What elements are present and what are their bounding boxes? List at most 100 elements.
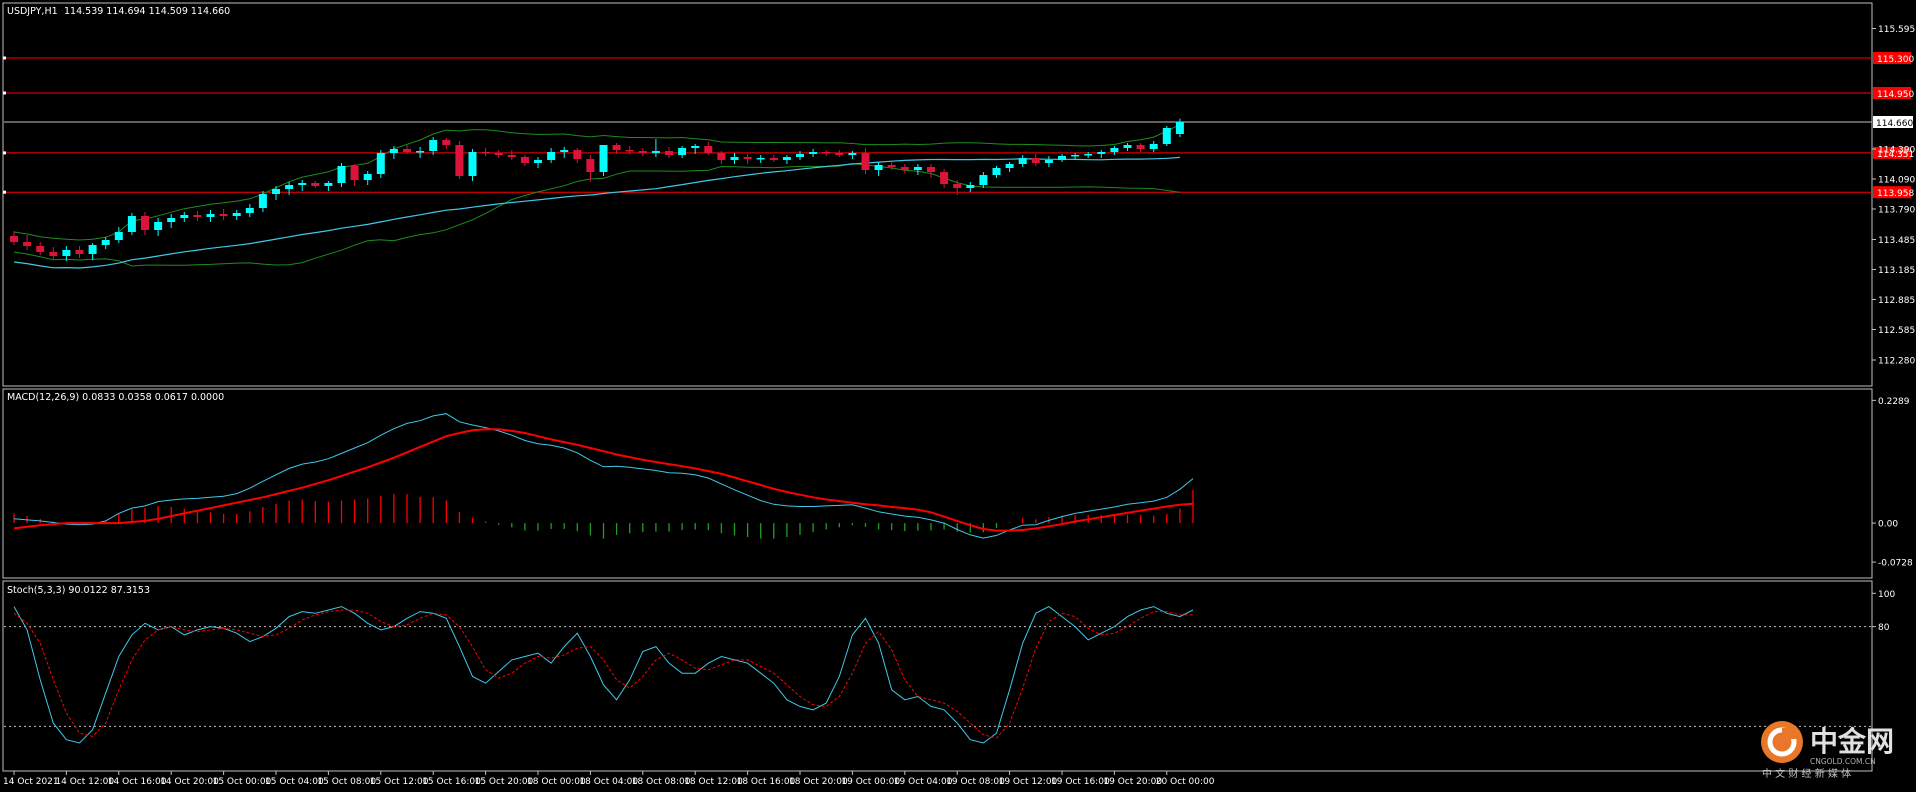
price-axis-label: 115.595 [1878,25,1915,35]
candle-bull [429,140,438,151]
candle-bull [796,154,804,157]
macd-axis-label: -0.0728 [1878,559,1913,569]
time-axis-label: 14 Oct 12:00 [55,777,114,787]
time-axis-label: 15 Oct 16:00 [422,777,481,787]
time-axis-label: 15 Oct 20:00 [475,777,534,787]
candle-bull [1005,164,1014,168]
candle-bull [1071,155,1080,157]
candle-bull [127,216,136,232]
candle-bear [743,157,752,159]
candle-bull [88,245,97,254]
candle-bear [861,153,870,170]
time-axis-label: 19 Oct 16:00 [1051,777,1110,787]
candle-bull [272,189,280,194]
candle-bull [376,153,385,174]
candle-bear [350,166,359,180]
candle-bear [704,146,713,153]
candle-bear [455,145,464,176]
ohlc-label: 114.539 114.694 114.509 114.660 [64,6,230,17]
candle-bull [534,160,542,163]
time-axis-label: 14 Oct 2021 [3,777,59,787]
candle-bear [494,153,503,155]
price-axis-label: 114.090 [1878,176,1915,186]
candle-bull [730,157,739,160]
candle-bull [154,222,163,230]
background [0,0,1916,792]
candle-bear [612,145,621,150]
time-axis-label: 18 Oct 04:00 [579,777,638,787]
candle-bull [848,153,857,155]
candle-bull [809,152,818,154]
candle-bull [1058,156,1066,160]
candle-bear [573,150,582,159]
candle-bull [1097,152,1106,154]
candle-bear [1031,158,1040,163]
time-axis-label: 15 Oct 08:00 [317,777,376,787]
time-axis-label: 15 Oct 00:00 [213,777,272,787]
candle-bull [651,151,660,153]
candle-bull [560,150,569,152]
chart-root: 115.300114.950114.351113.958114.660115.5… [0,0,1916,792]
candle-bear [75,250,84,254]
candle-bear [1136,145,1145,149]
candle-bull [245,208,254,213]
time-axis-label: 18 Oct 16:00 [737,777,796,787]
candle-bull [1110,148,1119,152]
price-axis-label: 114.390 [1878,146,1915,156]
candle-bear [665,151,673,155]
candle-bear [520,157,529,163]
price-axis-label: 112.885 [1878,296,1915,306]
cngold-logo-cut [1782,728,1796,739]
level-price-label: 115.300 [1877,55,1914,65]
candle-bull [691,146,700,148]
level-price-label: 114.950 [1877,90,1914,100]
candle-bear [193,215,202,217]
price-axis-label: 113.485 [1878,236,1915,246]
candle-bull [62,250,71,256]
level-marker [3,151,6,155]
price-axis-label: 113.790 [1878,206,1915,216]
candle-bull [756,158,765,160]
macd-label: MACD(12,26,9) 0.0833 0.0358 0.0617 0.000… [7,392,224,403]
candle-bull [1044,160,1053,163]
candle-bull [1084,154,1093,156]
candle-bear [403,149,411,152]
candle-bear [442,140,451,145]
candle-bear [717,153,726,160]
candle-bear [23,242,32,246]
candle-bear [940,172,949,184]
candle-bear [769,158,778,160]
time-axis-label: 19 Oct 12:00 [999,777,1058,787]
candle-bull [979,175,988,185]
candle-bull [1149,144,1158,149]
candle-bull [599,145,608,172]
time-axis-label: 18 Oct 12:00 [684,777,743,787]
candle-bull [180,215,189,218]
candle-bear [219,214,228,216]
time-axis-label: 19 Oct 00:00 [841,777,900,787]
cngold-logo-icon [1761,721,1803,763]
candle-bull [874,165,883,170]
candle-bull [167,218,176,222]
candle-bull [678,148,687,155]
candle-bear [586,159,595,172]
candle-bull [232,213,241,216]
time-axis-label: 15 Oct 04:00 [265,777,324,787]
price-axis-label: 112.585 [1878,326,1915,336]
candle-bear [36,246,45,252]
level-marker [3,91,6,95]
candle-bear [49,252,58,256]
macd-axis-label: 0.00 [1878,520,1898,530]
brand-slogan: 中 文 财 经 新 媒 体 [1762,767,1851,780]
stoch-axis-label: 100 [1878,590,1895,600]
candle-bull [363,174,372,180]
candle-bull [468,152,477,176]
candle-bull [324,183,333,186]
candle-bull [258,194,267,208]
time-axis-label: 15 Oct 12:00 [370,777,429,787]
candle-bear [927,167,935,172]
candle-bear [625,150,634,152]
candle-bull [1123,145,1132,148]
candle-bear [311,183,320,186]
candle-bull [389,149,398,153]
